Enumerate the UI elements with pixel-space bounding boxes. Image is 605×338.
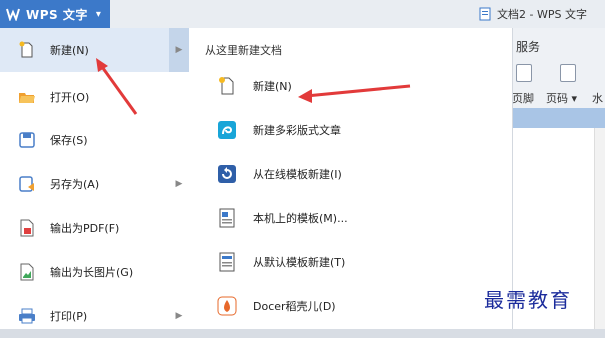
- app-name: WPS 文字: [26, 7, 88, 22]
- menu-item-export-pdf[interactable]: 输出为PDF(F): [0, 206, 189, 250]
- ribbon-footer-label[interactable]: 页脚: [512, 90, 534, 106]
- menu-item-label: 输出为PDF(F): [50, 222, 120, 235]
- submenu-item-docer[interactable]: Docer稻壳儿(D): [189, 286, 512, 326]
- document-title-text: 文档2 - WPS 文字: [497, 8, 587, 21]
- chevron-down-icon: ▾: [95, 8, 101, 20]
- menu-item-label: 新建(N): [50, 44, 89, 57]
- ribbon-tab-fragment[interactable]: 服务: [516, 38, 540, 55]
- watermark-text: 最需教育: [484, 288, 572, 312]
- menu-item-label: 打开(O): [50, 91, 90, 104]
- ribbon-background: 服务 页脚 页码 ▾ 水: [512, 28, 605, 128]
- submenu-item-label: Docer稻壳儿(D): [253, 300, 336, 313]
- submenu-item-online-template[interactable]: 从在线模板新建(I): [189, 154, 512, 194]
- docer-icon: [217, 296, 237, 316]
- submenu-item-new[interactable]: 新建(N): [189, 66, 512, 106]
- submenu-item-colorful-article[interactable]: 新建多彩版式文章: [189, 110, 512, 150]
- menu-item-label: 另存为(A): [50, 178, 100, 191]
- submenu-item-label: 新建多彩版式文章: [253, 124, 341, 137]
- colorful-article-icon: [218, 121, 236, 139]
- image-export-icon: [20, 263, 34, 281]
- submenu-header: 从这里新建文档: [205, 44, 282, 57]
- file-menu: 新建(N) ▶ 打开(O) 保存(S) 另存为(A) ▶ 输出为PDF(F) 输…: [0, 28, 190, 329]
- document-title: 文档2 - WPS 文字: [479, 6, 587, 22]
- menu-item-new[interactable]: 新建(N) ▶: [0, 28, 189, 72]
- save-icon: [19, 132, 35, 148]
- ribbon-watermark-label[interactable]: 水: [592, 90, 603, 106]
- local-template-icon: [219, 208, 235, 228]
- submenu-item-default-template[interactable]: 从默认模板新建(T): [189, 242, 512, 282]
- default-template-icon: [219, 252, 235, 272]
- new-document-submenu: 从这里新建文档 新建(N) 新建多彩版式文章 从在线模板新建(I) 本机上的模板…: [189, 28, 513, 329]
- chevron-right-icon[interactable]: ▶: [169, 28, 189, 72]
- footer-icon: [516, 64, 532, 82]
- title-bar: WPS 文字 ▾ 文档2 - WPS 文字: [0, 0, 605, 29]
- vertical-scrollbar[interactable]: [594, 128, 605, 329]
- printer-icon: [19, 308, 35, 324]
- menu-item-save[interactable]: 保存(S): [0, 118, 189, 162]
- menu-item-open[interactable]: 打开(O): [0, 75, 189, 119]
- page-number-icon: [560, 64, 576, 82]
- menu-item-label: 打印(P): [50, 310, 88, 323]
- folder-open-icon: [19, 93, 35, 103]
- menu-item-label: 保存(S): [50, 134, 88, 147]
- wps-menu-button[interactable]: WPS 文字 ▾: [0, 0, 110, 28]
- menu-item-print[interactable]: 打印(P) ▶: [0, 294, 189, 338]
- new-file-icon: [219, 77, 234, 95]
- submenu-item-label: 本机上的模板(M)...: [253, 212, 348, 225]
- menu-item-save-as[interactable]: 另存为(A) ▶: [0, 162, 189, 206]
- ribbon-page-number-label[interactable]: 页码 ▾: [546, 90, 577, 106]
- pdf-export-icon: [20, 219, 34, 237]
- chevron-right-icon[interactable]: ▶: [169, 162, 189, 206]
- submenu-item-label: 从在线模板新建(I): [253, 168, 342, 181]
- submenu-item-label: 从默认模板新建(T): [253, 256, 346, 269]
- menu-item-export-image[interactable]: 输出为长图片(G): [0, 250, 189, 294]
- online-template-icon: [218, 165, 236, 183]
- menu-item-label: 输出为长图片(G): [50, 266, 134, 279]
- save-as-icon: [19, 176, 34, 192]
- submenu-item-label: 新建(N): [253, 80, 292, 93]
- ribbon-divider: [512, 108, 605, 128]
- chevron-right-icon[interactable]: ▶: [169, 294, 189, 338]
- document-icon: [479, 7, 491, 21]
- new-file-icon: [19, 41, 33, 58]
- wps-logo-icon: [6, 7, 20, 21]
- submenu-item-local-template[interactable]: 本机上的模板(M)...: [189, 198, 512, 238]
